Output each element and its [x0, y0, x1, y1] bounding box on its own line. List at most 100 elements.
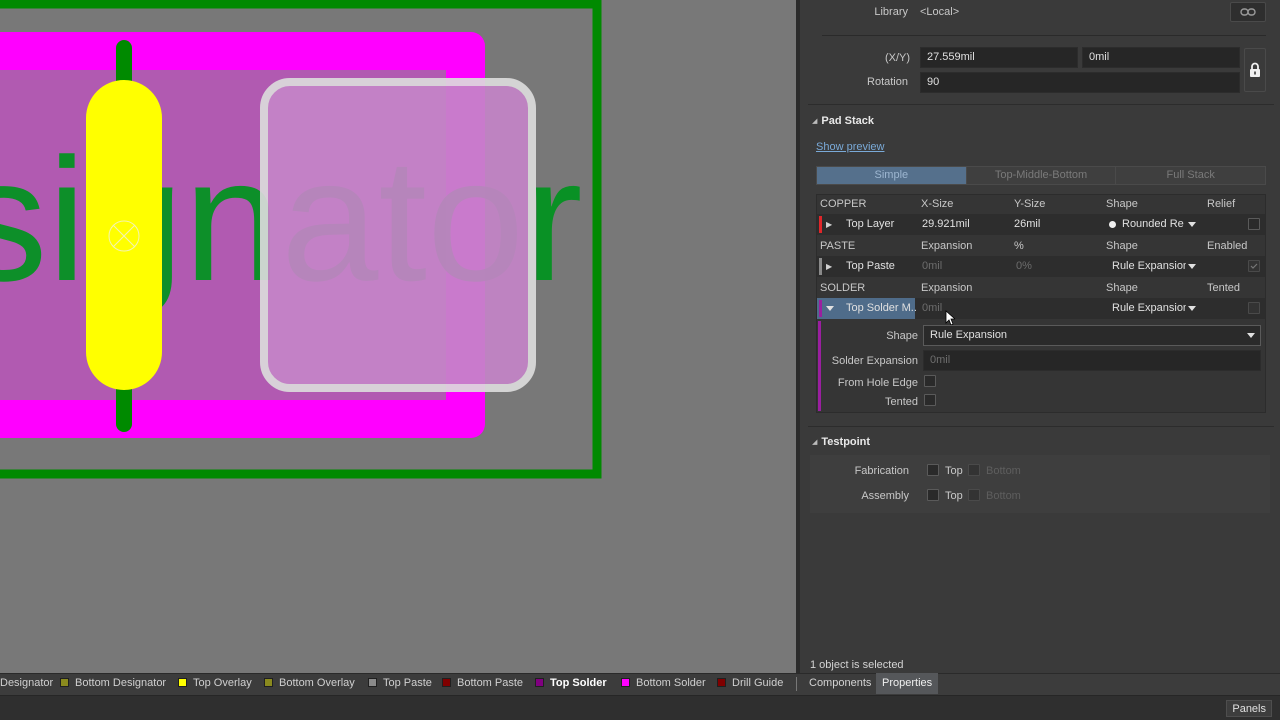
copper-shape[interactable]: Rounded Rec: [1122, 214, 1184, 235]
solder-shape-select[interactable]: Rule Expansion: [923, 325, 1261, 346]
paste-enabled-header: Enabled: [1207, 240, 1248, 252]
show-preview-link[interactable]: Show preview: [816, 141, 884, 153]
layer-tab-bottom-solder[interactable]: Bottom Solder: [621, 673, 706, 695]
top-solder-color: [819, 300, 822, 317]
fabrication-top-checkbox[interactable]: [927, 464, 939, 476]
copper-xsize-header: X-Size: [921, 198, 954, 210]
solder-detail-colorbar: [818, 321, 821, 411]
check-icon: [1250, 263, 1258, 269]
mode-simple[interactable]: Simple: [817, 167, 967, 184]
pad-stack-header[interactable]: ◢ Pad Stack: [812, 115, 874, 127]
paste-expansion[interactable]: 0mil: [922, 256, 1008, 277]
x-input[interactable]: 27.559mil: [920, 47, 1078, 68]
layer-tab-bottom-designator[interactable]: Bottom Designator: [60, 673, 166, 695]
paste-percent[interactable]: 0%: [1016, 256, 1096, 277]
copper-ysize-header: Y-Size: [1014, 198, 1046, 210]
expand-icon[interactable]: ▶: [826, 220, 832, 229]
layer-color-swatch: [535, 678, 544, 687]
from-hole-edge-label: From Hole Edge: [837, 377, 918, 389]
divider: [822, 35, 1266, 36]
layer-tab-label: Top Paste: [383, 677, 432, 689]
solder-header: SOLDER: [820, 282, 866, 294]
link-button[interactable]: [1230, 2, 1266, 22]
divider: [808, 426, 1274, 427]
solder-tented-checkbox[interactable]: [1248, 302, 1260, 314]
solder-expansion-label: Solder Expansion: [831, 355, 918, 367]
solder-expansion[interactable]: 0mil: [922, 298, 1008, 319]
fabrication-top-label: Top: [945, 465, 963, 477]
tented-checkbox[interactable]: [924, 394, 936, 406]
layer-color-swatch: [717, 678, 726, 687]
layer-tab-top-overlay[interactable]: Top Overlay: [178, 673, 252, 695]
pcb-drawing[interactable]: signator: [0, 0, 796, 673]
fabrication-bottom-label: Bottom: [986, 465, 1021, 477]
layer-color-swatch: [442, 678, 451, 687]
layer-tab-bottom-overlay[interactable]: Bottom Overlay: [264, 673, 355, 695]
library-label: Library: [874, 6, 908, 18]
solder-shape[interactable]: Rule Expansion: [1112, 298, 1186, 319]
y-input[interactable]: 0mil: [1082, 47, 1240, 68]
layer-tab-bottom-paste[interactable]: Bottom Paste: [442, 673, 523, 695]
divider: [808, 104, 1274, 105]
rotation-input[interactable]: 90: [920, 72, 1240, 93]
layer-tab-label: Bottom Designator: [75, 677, 167, 689]
top-paste-color: [819, 258, 822, 275]
layer-tab-top-solder[interactable]: Top Solder: [535, 673, 607, 695]
lock-icon: [1250, 62, 1260, 77]
assembly-label: Assembly: [861, 490, 909, 502]
chevron-down-icon[interactable]: [1188, 222, 1196, 227]
tab-properties[interactable]: Properties: [876, 673, 939, 694]
collapse-icon[interactable]: [826, 306, 834, 311]
fabrication-bottom-checkbox[interactable]: [968, 464, 980, 476]
layer-tab-drill-guide[interactable]: Drill Guide: [717, 673, 783, 695]
library-value: <Local>: [920, 6, 960, 18]
pcb-canvas[interactable]: signator: [0, 0, 796, 673]
pad-stack-title: Pad Stack: [821, 115, 874, 127]
layer-color-swatch: [60, 678, 69, 687]
layer-color-swatch: [621, 678, 630, 687]
assembly-top-checkbox[interactable]: [927, 489, 939, 501]
paste-pad: [260, 78, 536, 392]
expand-icon[interactable]: ▶: [826, 262, 832, 271]
rotation-label: Rotation: [867, 76, 908, 88]
solder-expansion-input[interactable]: 0mil: [923, 350, 1261, 371]
fabrication-label: Fabrication: [854, 465, 909, 477]
testpoint-header[interactable]: ◢ Testpoint: [812, 436, 870, 448]
paste-shape[interactable]: Rule Expansion: [1112, 256, 1186, 277]
top-layer-color: [819, 216, 822, 233]
mode-top-middle-bottom[interactable]: Top-Middle-Bottom: [966, 167, 1117, 184]
layer-color-swatch: [264, 678, 273, 687]
layer-color-swatch: [368, 678, 377, 687]
layer-tab-label: Top Solder: [550, 677, 607, 689]
testpoint-body: [810, 455, 1270, 513]
mode-full-stack[interactable]: Full Stack: [1116, 167, 1266, 184]
paste-enabled-checkbox[interactable]: [1248, 260, 1260, 272]
collapse-triangle-icon: ◢: [812, 118, 818, 125]
chevron-down-icon[interactable]: [1247, 333, 1255, 338]
chevron-down-icon[interactable]: [1188, 264, 1196, 269]
assembly-bottom-checkbox[interactable]: [968, 489, 980, 501]
chevron-down-icon[interactable]: [1188, 306, 1196, 311]
solder-layer-name: Top Solder M...: [846, 302, 916, 314]
layer-tab-label: Bottom Solder: [636, 677, 706, 689]
paste-percent-header: %: [1014, 240, 1024, 252]
copper-header: COPPER: [820, 198, 867, 210]
overlay-pill: [86, 80, 162, 390]
panels-button[interactable]: Panels: [1226, 700, 1272, 717]
copper-y-size[interactable]: 26mil: [1014, 214, 1100, 235]
copper-x-size[interactable]: 29.921mil: [922, 214, 1008, 235]
lock-button[interactable]: [1244, 48, 1266, 92]
layer-tab-top-paste[interactable]: Top Paste: [368, 673, 432, 695]
selection-status: 1 object is selected: [810, 659, 904, 671]
paste-expansion-header: Expansion: [921, 240, 973, 252]
pad-stack-mode-selector: Simple Top-Middle-Bottom Full Stack: [816, 166, 1266, 185]
tab-components[interactable]: Components: [803, 673, 877, 694]
layer-tab-designator[interactable]: Designator: [0, 673, 53, 695]
from-hole-edge-checkbox[interactable]: [924, 375, 936, 387]
solder-expansion-header: Expansion: [921, 282, 973, 294]
status-bar: Panels: [0, 695, 1280, 720]
copper-relief-checkbox[interactable]: [1248, 218, 1260, 230]
layer-tab-label: Drill Guide: [732, 677, 784, 689]
copper-shape-header: Shape: [1106, 198, 1138, 210]
paste-shape-header: Shape: [1106, 240, 1138, 252]
